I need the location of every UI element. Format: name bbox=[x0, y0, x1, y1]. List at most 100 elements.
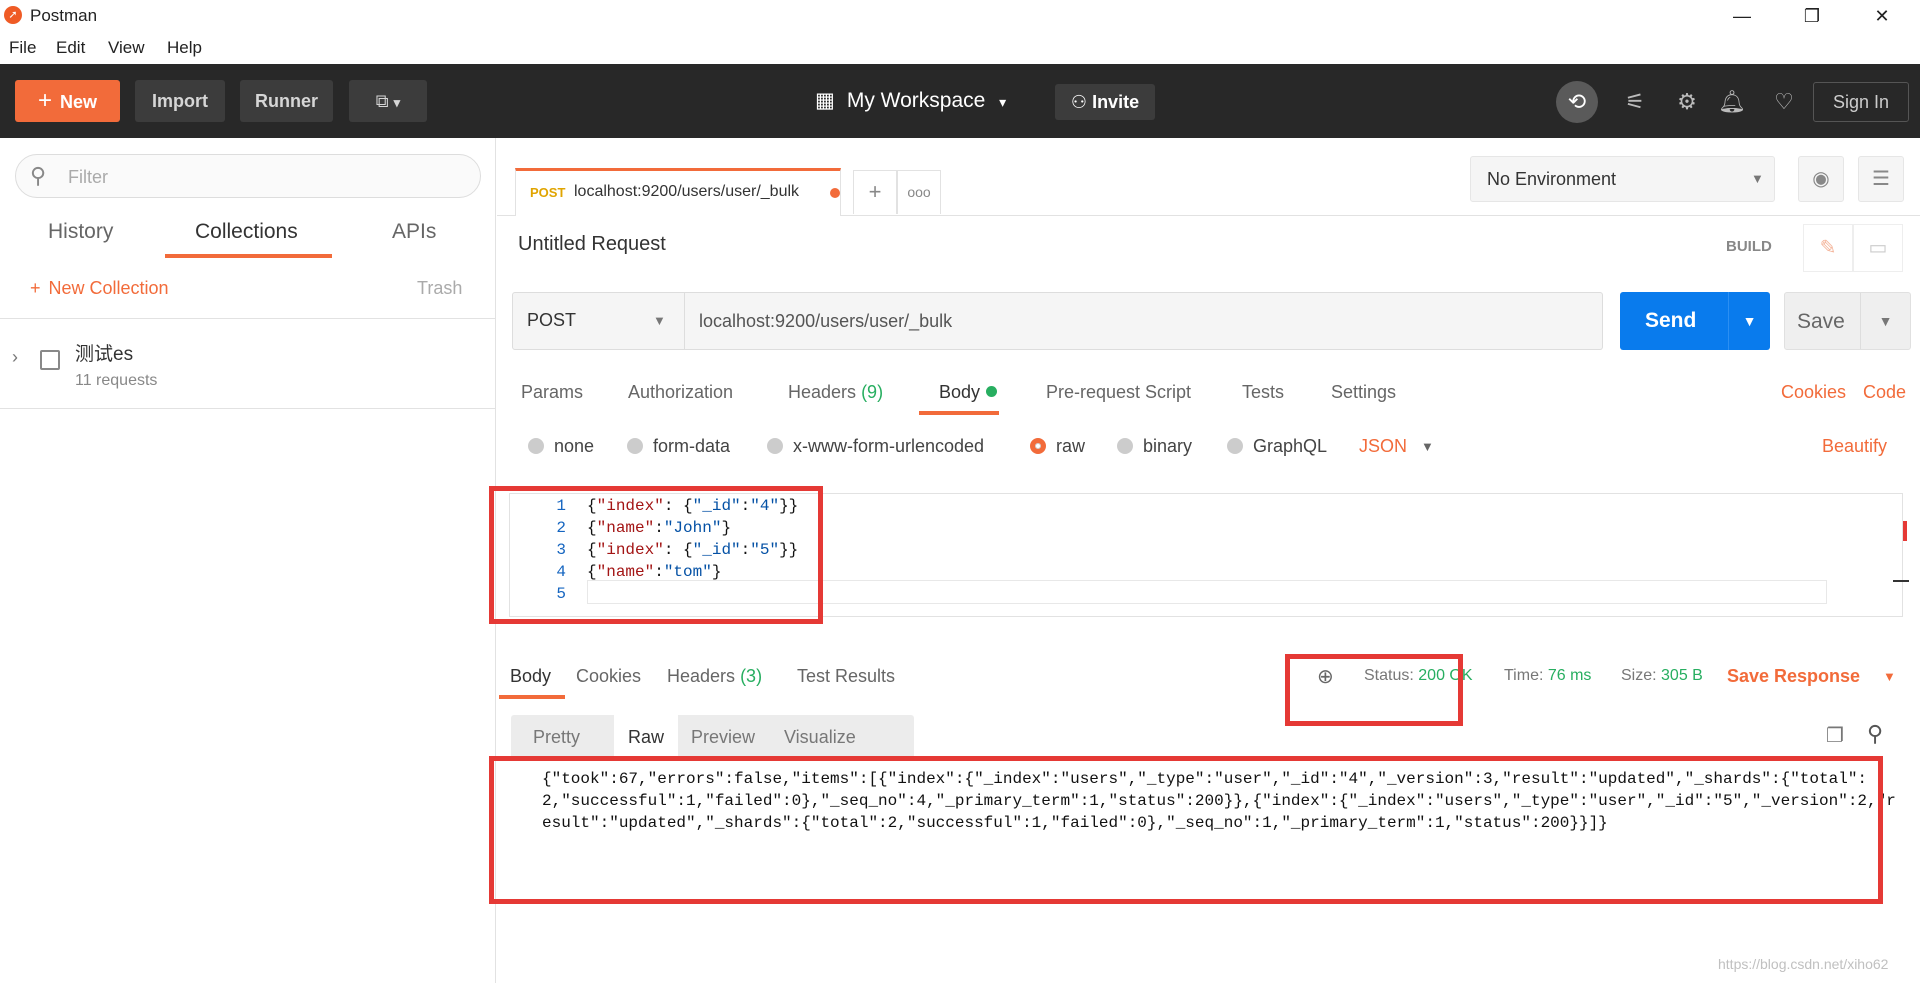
caret-down-icon[interactable]: ▼ bbox=[1728, 292, 1770, 350]
copy-icon[interactable]: ❐ bbox=[1826, 723, 1844, 748]
new-button[interactable]: + New bbox=[15, 80, 120, 122]
response-time: Time: 76 ms bbox=[1504, 667, 1591, 685]
cookies-link[interactable]: Cookies bbox=[1781, 382, 1846, 403]
tab-settings[interactable]: Settings bbox=[1331, 382, 1396, 403]
sliders-icon[interactable]: ☰ bbox=[1858, 156, 1904, 202]
response-tab-cookies[interactable]: Cookies bbox=[576, 666, 641, 687]
active-tab-underline bbox=[165, 254, 332, 258]
collection-request-count: 11 requests bbox=[75, 372, 158, 389]
annotation-box-code bbox=[489, 486, 823, 624]
response-headers-count: (3) bbox=[740, 666, 763, 686]
radio-circle bbox=[528, 438, 544, 454]
new-label: New bbox=[60, 92, 98, 112]
response-tab-body[interactable]: Body bbox=[510, 666, 551, 687]
response-tab-test-results[interactable]: Test Results bbox=[797, 666, 895, 687]
close-window-icon[interactable]: ✕ bbox=[1852, 2, 1912, 30]
add-tab-icon[interactable]: + bbox=[853, 170, 897, 214]
caret-down-icon: ▼ bbox=[653, 313, 666, 328]
runner-button[interactable]: Runner bbox=[240, 80, 333, 122]
eye-icon[interactable]: ◉ bbox=[1798, 156, 1844, 202]
tab-headers[interactable]: Headers (9) bbox=[788, 382, 883, 403]
view-tab-visualize[interactable]: Visualize bbox=[784, 727, 856, 748]
comment-icon[interactable]: ▭ bbox=[1853, 224, 1903, 272]
view-tab-pretty[interactable]: Pretty bbox=[533, 727, 580, 748]
radio-raw-label: raw bbox=[1056, 436, 1086, 456]
scroll-marker bbox=[1903, 521, 1907, 541]
view-tab-raw[interactable]: Raw bbox=[614, 715, 679, 759]
save-response-button[interactable]: Save Response bbox=[1727, 666, 1860, 687]
response-size: Size: 305 B bbox=[1621, 667, 1703, 685]
workspace-label: My Workspace bbox=[846, 89, 986, 112]
search-icon: ⚲ bbox=[30, 163, 47, 188]
more-tabs-icon[interactable]: ooo bbox=[897, 170, 941, 214]
tab-apis[interactable]: APIs bbox=[392, 220, 436, 244]
sync-off-icon[interactable]: ⟲ bbox=[1556, 81, 1598, 123]
tab-collections[interactable]: Collections bbox=[195, 220, 298, 244]
filter-input[interactable] bbox=[68, 164, 448, 190]
search-icon[interactable]: ⚲ bbox=[1867, 721, 1883, 747]
trash-link[interactable]: Trash bbox=[417, 278, 462, 299]
save-button[interactable]: Save ▼ bbox=[1784, 292, 1911, 350]
caret-down-icon[interactable]: ▼ bbox=[1421, 439, 1434, 454]
environment-select[interactable]: No Environment ▼ bbox=[1470, 156, 1775, 202]
radio-none[interactable]: none bbox=[528, 436, 594, 457]
send-button[interactable]: Send ▼ bbox=[1620, 292, 1770, 350]
app-header: + New Import Runner ⧉ ▾ ▦ My Workspace ▾ ⚇… bbox=[0, 64, 1920, 138]
code-link[interactable]: Code bbox=[1863, 382, 1906, 403]
tab-prerequest-script[interactable]: Pre-request Script bbox=[1046, 382, 1191, 403]
caret-down-icon[interactable]: ▼ bbox=[1883, 669, 1896, 684]
beautify-link[interactable]: Beautify bbox=[1822, 436, 1887, 457]
satellite-icon[interactable]: ⚟ bbox=[1617, 84, 1653, 120]
radio-circle-selected bbox=[1030, 438, 1046, 454]
restore-icon[interactable]: ❐ bbox=[1782, 2, 1842, 30]
watermark: https://blog.csdn.net/xiho62 bbox=[1718, 956, 1889, 972]
folder-icon bbox=[40, 350, 60, 370]
pencil-icon[interactable]: ✎ bbox=[1803, 224, 1853, 272]
method-select[interactable]: POST ▼ bbox=[512, 292, 685, 350]
tab-authorization[interactable]: Authorization bbox=[628, 382, 733, 403]
heart-icon[interactable]: ♡ bbox=[1766, 84, 1802, 120]
invite-button[interactable]: ⚇ Invite bbox=[1055, 84, 1155, 120]
radio-form-data-label: form-data bbox=[653, 436, 731, 456]
body-type-select[interactable]: JSON bbox=[1359, 436, 1407, 457]
caret-down-icon: ▼ bbox=[1751, 171, 1764, 186]
workspace-switcher[interactable]: ▦ My Workspace ▾ bbox=[815, 86, 1006, 116]
radio-urlencoded[interactable]: x-www-form-urlencoded bbox=[767, 436, 984, 457]
filter-box: ⚲ bbox=[15, 154, 481, 198]
settings-icon[interactable]: ⚙ bbox=[1669, 84, 1705, 120]
unsaved-dot bbox=[830, 188, 840, 198]
radio-circle bbox=[627, 438, 643, 454]
bell-icon[interactable]: 🔔︎ bbox=[1714, 84, 1750, 120]
radio-binary[interactable]: binary bbox=[1117, 436, 1192, 457]
view-tab-preview[interactable]: Preview bbox=[691, 727, 755, 748]
tab-body[interactable]: Body bbox=[939, 382, 998, 403]
import-button[interactable]: Import bbox=[135, 80, 225, 122]
tab-tests[interactable]: Tests bbox=[1242, 382, 1284, 403]
scroll-marker bbox=[1893, 580, 1909, 582]
radio-graphql[interactable]: GraphQL bbox=[1227, 436, 1327, 457]
collection-item[interactable]: › 测试es 11 requests bbox=[0, 319, 496, 409]
window-plus-icon: ⧉ bbox=[375, 91, 389, 111]
method-label: POST bbox=[527, 310, 577, 330]
url-input[interactable] bbox=[685, 292, 1603, 350]
response-tab-headers[interactable]: Headers (3) bbox=[667, 666, 762, 687]
caret-down-icon[interactable]: ▼ bbox=[1860, 293, 1910, 349]
new-collection-button[interactable]: + New Collection bbox=[30, 278, 169, 299]
menu-view[interactable]: View bbox=[108, 38, 145, 58]
tab-params[interactable]: Params bbox=[521, 382, 583, 403]
tab-history[interactable]: History bbox=[48, 220, 113, 244]
request-name[interactable]: Untitled Request bbox=[518, 233, 666, 256]
new-window-button[interactable]: ⧉ ▾ bbox=[349, 80, 427, 122]
title-bar: ➚ Postman — ❐ ✕ bbox=[0, 0, 1920, 30]
menu-edit[interactable]: Edit bbox=[56, 38, 85, 58]
menu-file[interactable]: File bbox=[9, 38, 36, 58]
request-tab[interactable]: POST localhost:9200/users/user/_bulk bbox=[515, 168, 841, 216]
sign-in-button[interactable]: Sign In bbox=[1813, 82, 1909, 122]
request-tab-bar: POST localhost:9200/users/user/_bulk + o… bbox=[497, 138, 1920, 216]
chevron-right-icon[interactable]: › bbox=[12, 347, 18, 368]
radio-form-data[interactable]: form-data bbox=[627, 436, 730, 457]
menu-help[interactable]: Help bbox=[167, 38, 202, 58]
radio-raw[interactable]: raw bbox=[1030, 436, 1085, 457]
radio-circle bbox=[1117, 438, 1133, 454]
minimize-icon[interactable]: — bbox=[1712, 2, 1772, 30]
